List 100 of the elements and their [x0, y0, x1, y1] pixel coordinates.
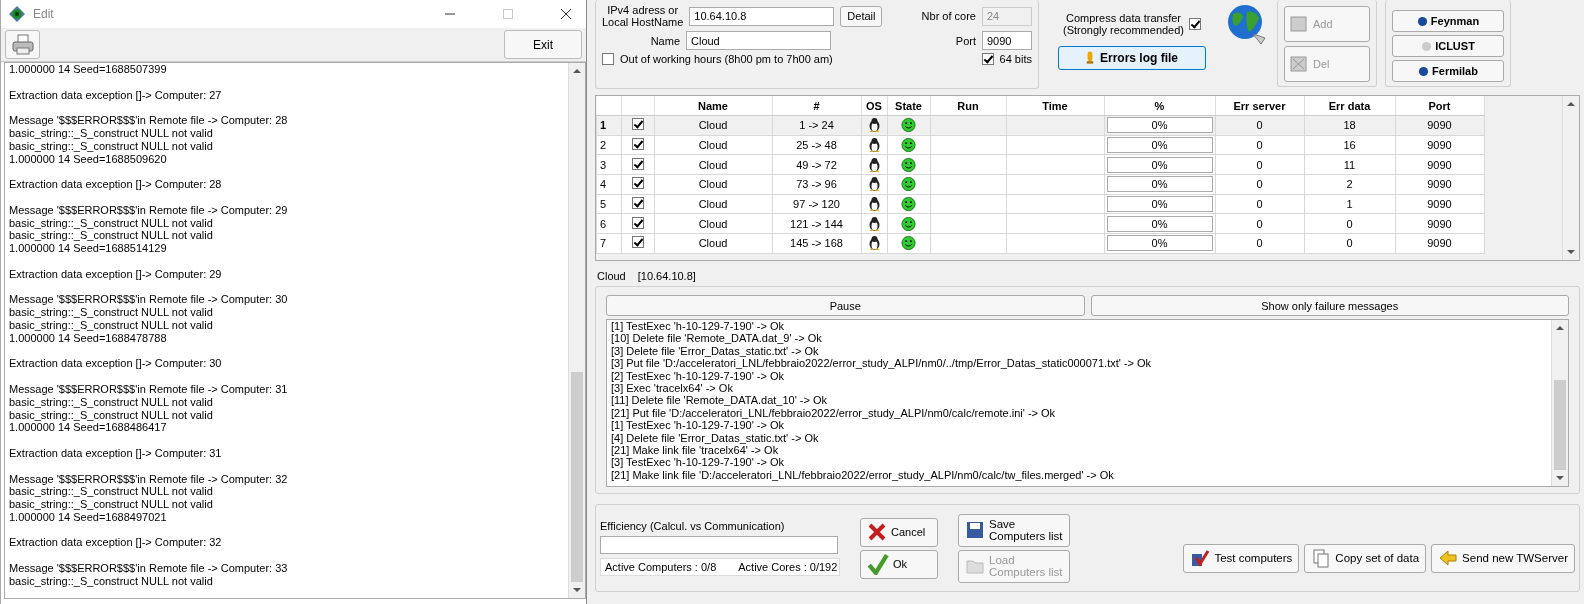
cancel-button[interactable]: Cancel [860, 517, 938, 547]
failure-filter-button[interactable]: Show only failure messages [1090, 295, 1569, 316]
name-field[interactable]: Cloud [686, 31, 831, 50]
lab-button[interactable]: Fermilab [1392, 60, 1504, 82]
lab-button[interactable]: Feynman [1392, 10, 1504, 32]
checkbox[interactable] [631, 138, 644, 151]
logo-icon [1416, 15, 1428, 27]
scrollbar[interactable] [1551, 320, 1568, 486]
computer-check-icon [1190, 548, 1211, 568]
port-field[interactable]: 9090 [982, 31, 1032, 50]
message-line: [2] TestExec 'h-10-129-7-190' -> Ok [611, 369, 786, 383]
arrow-left-icon [1438, 548, 1459, 568]
floppy-icon [965, 520, 985, 540]
logo-icon [1421, 40, 1433, 52]
log-line: Message '$$$ERROR$$$'in Remote file -> Computer: 31 [9, 382, 289, 396]
progress-bar: 0% [1106, 196, 1213, 213]
column-header[interactable]: Err server [1215, 96, 1304, 116]
scroll-down-icon[interactable] [1556, 474, 1564, 482]
action-button[interactable]: Test computers [1183, 543, 1300, 573]
column-header[interactable]: Run [930, 96, 1006, 116]
message-line: [1] TestExec 'h-10-129-7-190' -> Ok [611, 419, 786, 432]
message-line: [1] TestExec 'h-10-129-7-190' -> Ok [611, 320, 786, 333]
scroll-up-icon[interactable] [573, 67, 581, 75]
progress-bar: 0% [1106, 235, 1213, 252]
log-line: Extraction data exception []-> Computer: 30 [9, 357, 223, 371]
smiley-icon [901, 196, 916, 213]
ok-button[interactable]: Ok [860, 549, 938, 579]
column-header[interactable]: # [772, 96, 861, 116]
action-button[interactable]: Send new TWServer [1431, 543, 1575, 573]
progress-bar: 0% [1106, 137, 1213, 154]
column-header[interactable]: Port [1395, 96, 1484, 116]
progress-bar: 0% [1106, 156, 1213, 173]
message-line: [3] Put file 'D:/acceleratori_LNL/febbraio2022/error_study_ALPI/nm0/../tmp/Error_Datas_static000071.txt' -> Ok [611, 357, 1153, 370]
log-line: Message '$$$ERROR$$$'in Remote file -> Computer: 29 [9, 203, 289, 217]
log-line: Message '$$$ERROR$$$'in Remote file -> Computer: 28 [9, 114, 289, 127]
name-label: Name [649, 34, 680, 47]
checkbox[interactable] [631, 177, 644, 190]
progress-bar: 0% [1106, 117, 1213, 134]
close-icon[interactable] [560, 8, 572, 20]
log-line: 1.000000 14 Seed=1688478788 [9, 331, 168, 345]
log-line: basic_string::_S_construct NULL not valid [9, 395, 214, 409]
log-line: Extraction data exception []-> Computer: 27 [9, 88, 223, 102]
logo-icon [1418, 65, 1430, 77]
checkbox[interactable] [602, 53, 614, 65]
log-line: Extraction data exception []-> Computer: 31 [9, 446, 223, 460]
lab-button[interactable]: ICLUST [1392, 35, 1504, 57]
message-line: [3] TestExec 'h-10-129-7-190' -> Ok [611, 456, 786, 469]
exit-button[interactable]: Exit [504, 30, 582, 59]
pause-button[interactable]: Pause [606, 295, 1085, 316]
efficiency-label: Efficiency (Calcul. vs Communication) [600, 520, 786, 532]
log-line: 1.000000 14 Seed=1688509620 [9, 152, 168, 166]
log-line: Message '$$$ERROR$$$'in Remote file -> Computer: 33 [9, 562, 289, 575]
message-line: [11] Delete file 'Remote_DATA.dat_10' -> Ok [611, 394, 829, 407]
log-line: 1.000000 14 Seed=1688507399 [9, 63, 168, 76]
smiley-icon [901, 176, 916, 193]
app-icon [9, 6, 25, 22]
column-header[interactable]: Name [654, 96, 772, 116]
column-header[interactable]: Time [1006, 96, 1104, 116]
log-line: basic_string::_S_construct NULL not valid [9, 574, 214, 588]
log-line: 1.000000 14 Seed=1688514129 [9, 242, 168, 255]
checkmark-icon [867, 553, 889, 575]
scroll-up-icon[interactable] [1567, 100, 1575, 108]
checkbox[interactable] [1189, 18, 1202, 30]
column-header[interactable]: OS [861, 96, 887, 116]
scroll-up-icon[interactable] [1556, 324, 1564, 332]
log-line: basic_string::_S_construct NULL not valid [9, 498, 214, 511]
log-line: Extraction data exception []-> Computer: 29 [9, 267, 223, 281]
log-line: Extraction data exception []-> Computer: 32 [9, 536, 223, 550]
smiley-icon [901, 235, 916, 252]
save-list-button[interactable]: Save Computers list [958, 513, 1070, 547]
scrollbar[interactable] [568, 63, 585, 598]
checkbox[interactable] [631, 197, 644, 210]
checkbox[interactable] [981, 53, 994, 65]
scroll-down-icon[interactable] [1567, 248, 1575, 256]
smiley-icon [901, 137, 916, 154]
globe-icon [1225, 2, 1269, 46]
log-line: basic_string::_S_construct NULL not valid [9, 139, 214, 153]
detail-button[interactable]: Detail [840, 5, 883, 27]
checkbox[interactable] [631, 118, 644, 131]
print-button[interactable] [5, 30, 40, 59]
column-header[interactable]: % [1104, 96, 1215, 116]
checkbox[interactable] [631, 157, 644, 170]
host-address: [10.64.10.8] [637, 270, 696, 282]
column-header[interactable]: State [887, 96, 930, 116]
log-line: basic_string::_S_construct NULL not valid [9, 408, 214, 422]
message-line: [21] Make link file 'tracelx64' -> Ok [611, 444, 780, 457]
maximize-icon [502, 8, 514, 20]
printer-icon [10, 32, 35, 57]
column-header[interactable]: Err data [1304, 96, 1395, 116]
log-line: basic_string::_S_construct NULL not valid [9, 318, 214, 332]
action-button[interactable]: Copy set of data [1304, 543, 1427, 573]
checkbox[interactable] [631, 216, 644, 229]
progress-bar: 0% [1106, 176, 1213, 193]
scroll-down-icon[interactable] [573, 586, 581, 594]
log-line: basic_string::_S_construct NULL not valid [9, 216, 214, 230]
window-title: Edit [33, 7, 54, 21]
address-field[interactable]: 10.64.10.8 [689, 6, 835, 26]
errors-log-button[interactable]: Errors log file [1058, 46, 1206, 70]
checkbox[interactable] [631, 236, 644, 249]
message-line: [21] Make link file 'D:/acceleratori_LNL/febbraio2022/error_study_ALPI/nm0/calc/tw_files.merged' -> Ok [611, 468, 1115, 482]
